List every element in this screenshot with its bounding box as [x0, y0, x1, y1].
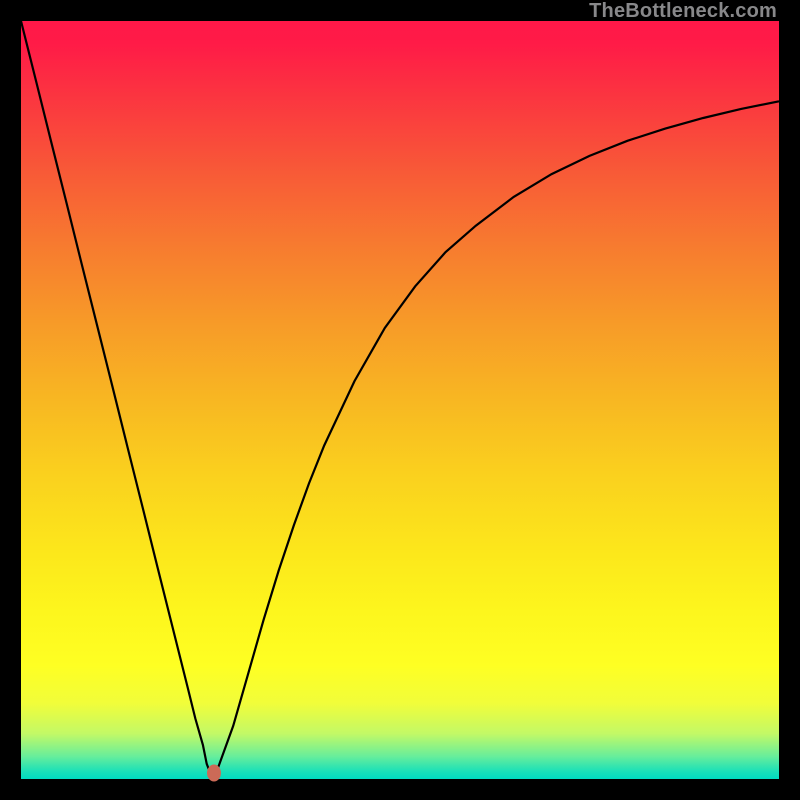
curve-path	[21, 21, 779, 775]
optimal-point-marker	[207, 764, 221, 781]
chart-frame: TheBottleneck.com	[0, 0, 800, 800]
watermark-text: TheBottleneck.com	[589, 0, 777, 23]
bottleneck-curve	[21, 21, 779, 779]
